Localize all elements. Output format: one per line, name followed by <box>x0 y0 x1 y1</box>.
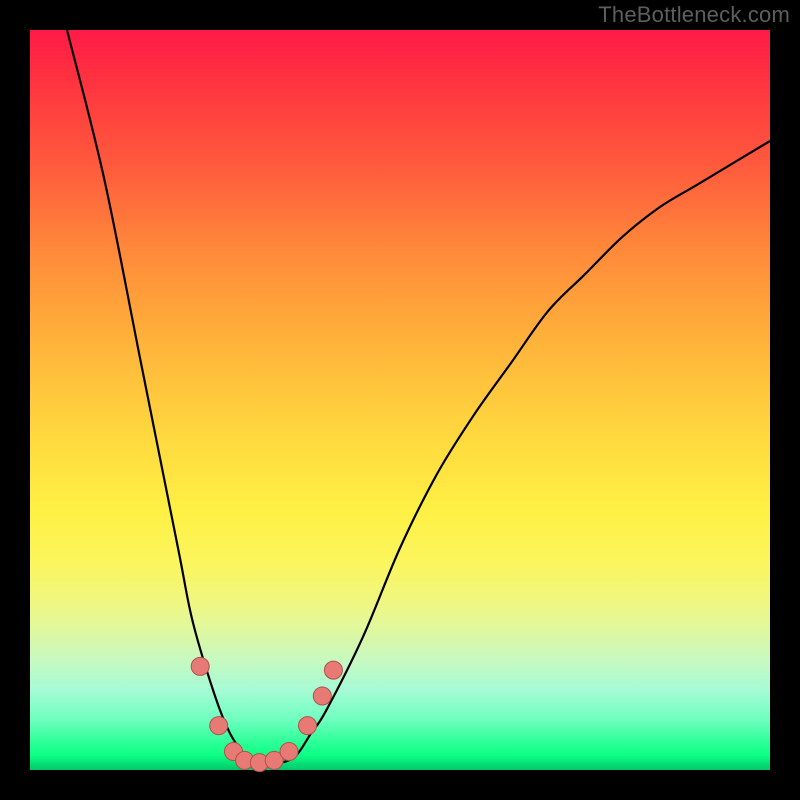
data-marker <box>313 687 331 705</box>
bottleneck-curve <box>67 30 770 763</box>
data-marker <box>299 717 317 735</box>
data-marker <box>324 661 342 679</box>
chart-svg <box>30 30 770 770</box>
outer-frame: TheBottleneck.com <box>0 0 800 800</box>
data-marker <box>210 717 228 735</box>
watermark-text: TheBottleneck.com <box>598 2 790 28</box>
plot-area <box>30 30 770 770</box>
data-marker <box>280 743 298 761</box>
markers-group <box>191 657 342 771</box>
data-marker <box>191 657 209 675</box>
